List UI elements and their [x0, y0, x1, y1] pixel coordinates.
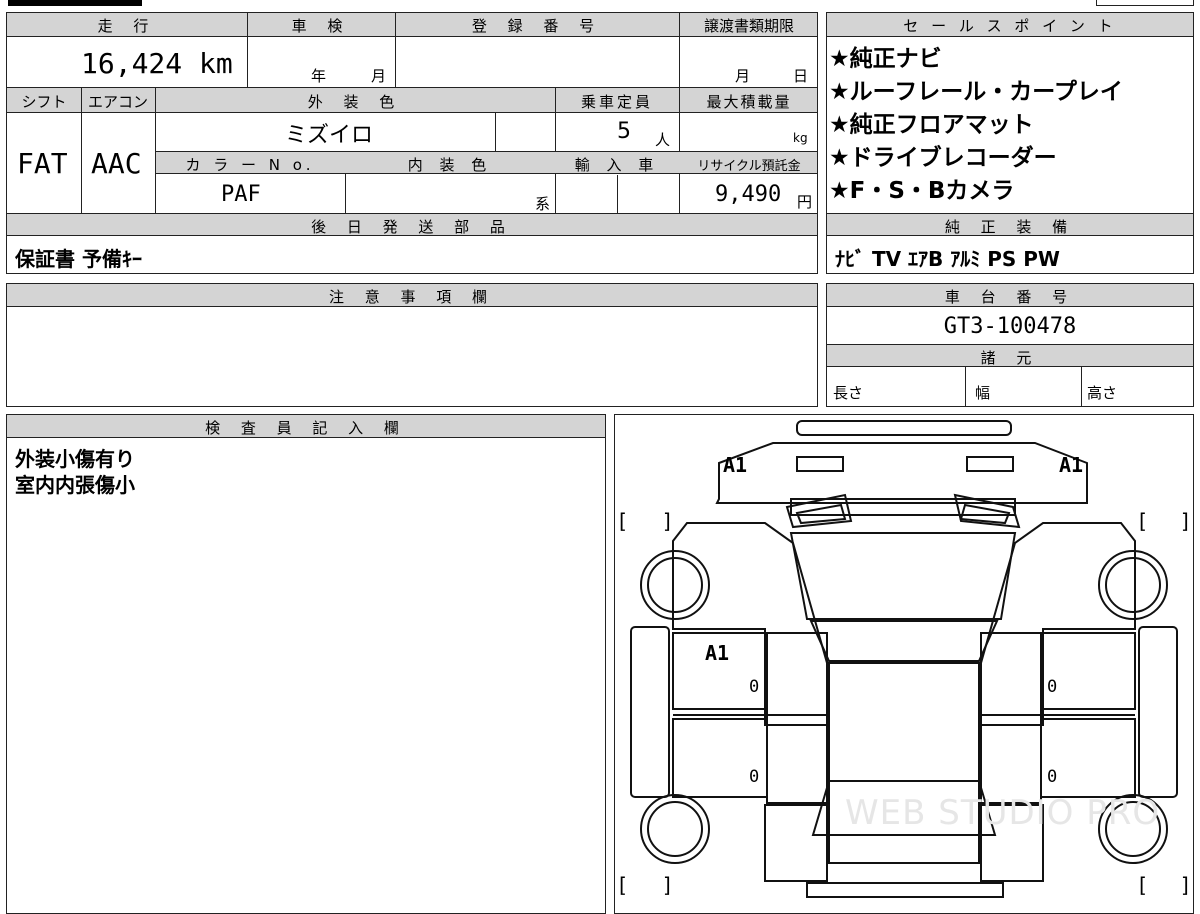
chassis-header: 車 台 番 号	[944, 288, 1076, 306]
shift-value: FAT	[17, 147, 68, 180]
spec-length-label: 長さ	[833, 384, 864, 402]
notes-header: 注 意 事 項 欄	[328, 288, 496, 306]
car-diagram-box: A1 A1 A1 0 0 0 0 [ ] [ ] [ ] [ ] WEB STU…	[614, 414, 1194, 914]
bracket-open: [	[1139, 873, 1147, 897]
max-load-unit: kg	[793, 131, 808, 145]
roof-shape	[809, 620, 999, 662]
mark-front-right: A1	[1059, 453, 1084, 477]
mark-right-door-1: 0	[1047, 677, 1058, 697]
recycle-value: 9,490	[715, 182, 782, 207]
recycle-header: リサイクル預託金	[697, 159, 801, 174]
shift-header: シフト	[21, 93, 67, 111]
mark-front-left: A1	[723, 453, 748, 477]
inspector-header: 検 査 員 記 入 欄	[205, 419, 407, 437]
genuine-equipment-header: 純 正 装 備	[944, 218, 1076, 236]
spec-width-label: 幅	[975, 384, 991, 402]
sales-point-item: ★ドライブレコーダー	[829, 145, 1057, 171]
front-bumper-shape	[796, 420, 1012, 436]
inspector-line: 室内内張傷小	[15, 473, 135, 497]
bracket-open: [	[619, 873, 627, 897]
exterior-color-value: ミズイロ	[285, 123, 374, 148]
right-front-fender	[980, 522, 1136, 726]
shaken-month-unit: 月	[371, 67, 387, 85]
watermark: WEB STUDIO PRO	[845, 793, 1161, 833]
vehicle-info-table: 走 行 車 検 登 録 番 号 譲渡書類期限 16,424 km 年 月 月 日…	[6, 12, 818, 274]
inspector-box: 検 査 員 記 入 欄 外装小傷有り 室内内張傷小	[6, 414, 606, 914]
transfer-month-unit: 月	[735, 67, 751, 85]
bracket-close: ]	[663, 509, 671, 533]
interior-color-header: 内 装 色	[407, 156, 493, 174]
bracket-close: ]	[663, 873, 671, 897]
max-load-header: 最大積載量	[706, 93, 792, 111]
header-small-box	[1096, 0, 1194, 6]
registration-header: 登 録 番 号	[471, 17, 603, 35]
capacity-unit: 人	[655, 131, 671, 149]
later-parts-header: 後 日 発 送 部 品	[311, 218, 513, 236]
capacity-header: 乗車定員	[580, 93, 653, 111]
headlight-right-shape	[966, 456, 1014, 472]
front-body-outline	[715, 442, 1088, 504]
right-side-strip	[1138, 626, 1178, 798]
car-diagram	[630, 420, 1178, 898]
inspector-line: 外装小傷有り	[15, 447, 135, 471]
mileage-header: 走 行	[97, 17, 157, 35]
bracket-open: [	[619, 509, 627, 533]
transfer-deadline-header: 譲渡書類期限	[703, 17, 794, 35]
later-parts-value: 保証書 予備ｷｰ	[15, 247, 142, 271]
interior-color-unit: 系	[535, 195, 551, 213]
sales-point-item: ★純正フロアマット	[829, 112, 1034, 138]
exterior-color-header: 外 装 色	[307, 93, 403, 111]
sales-points-header: セ ー ル ス ポ イ ン ト	[903, 17, 1117, 35]
cabin-center-shape	[828, 662, 980, 864]
tire-front-right-shape	[1098, 550, 1168, 620]
shaken-header: 車 検	[291, 17, 351, 35]
sales-point-item: ★F・S・Bカメラ	[829, 178, 1015, 204]
mark-left-door-1: 0	[749, 677, 760, 697]
notes-box: 注 意 事 項 欄	[6, 283, 818, 407]
aircon-header: エアコン	[87, 93, 148, 111]
genuine-equipment-value: ﾅﾋﾞ TV ｴｱB ｱﾙﾐ PS PW	[835, 247, 1060, 271]
bracket-open: [	[1139, 509, 1147, 533]
right-door-1-shape	[1040, 632, 1136, 710]
capacity-value: 5	[617, 119, 631, 144]
sales-points-box: セ ー ル ス ポ イ ン ト ★純正ナビ ★ルーフレール・カープレイ ★純正フ…	[826, 12, 1194, 274]
bracket-close: ]	[1181, 873, 1189, 897]
left-side-strip	[630, 626, 670, 798]
header-black-tab	[8, 0, 142, 6]
color-no-header: カ ラ ー N o.	[185, 156, 315, 174]
tire-rear-left-shape	[640, 794, 710, 864]
spec-height-label: 高さ	[1087, 384, 1118, 402]
specs-header: 諸 元	[980, 349, 1040, 367]
aircon-value: AAC	[91, 147, 142, 180]
import-header: 輸 入 車	[574, 156, 660, 174]
shaken-year-unit: 年	[311, 67, 327, 85]
mark-left-front-door: A1	[705, 641, 730, 665]
mileage-value: 16,424 km	[81, 47, 233, 80]
windshield-shape	[789, 532, 1017, 620]
mark-right-door-2: 0	[1047, 767, 1058, 787]
mark-left-door-2: 0	[749, 767, 760, 787]
transfer-day-unit: 日	[793, 67, 809, 85]
sales-point-item: ★純正ナビ	[829, 46, 942, 72]
tire-front-left-shape	[640, 550, 710, 620]
chassis-value: GT3-100478	[943, 314, 1077, 339]
rear-bumper-shape	[806, 882, 1004, 898]
headlight-left-shape	[796, 456, 844, 472]
sales-point-item: ★ルーフレール・カープレイ	[829, 79, 1123, 105]
chassis-box: 車 台 番 号 GT3-100478 諸 元 長さ 幅 高さ	[826, 283, 1194, 407]
recycle-unit: 円	[797, 193, 813, 211]
bracket-close: ]	[1181, 509, 1189, 533]
color-no-value: PAF	[221, 182, 261, 207]
